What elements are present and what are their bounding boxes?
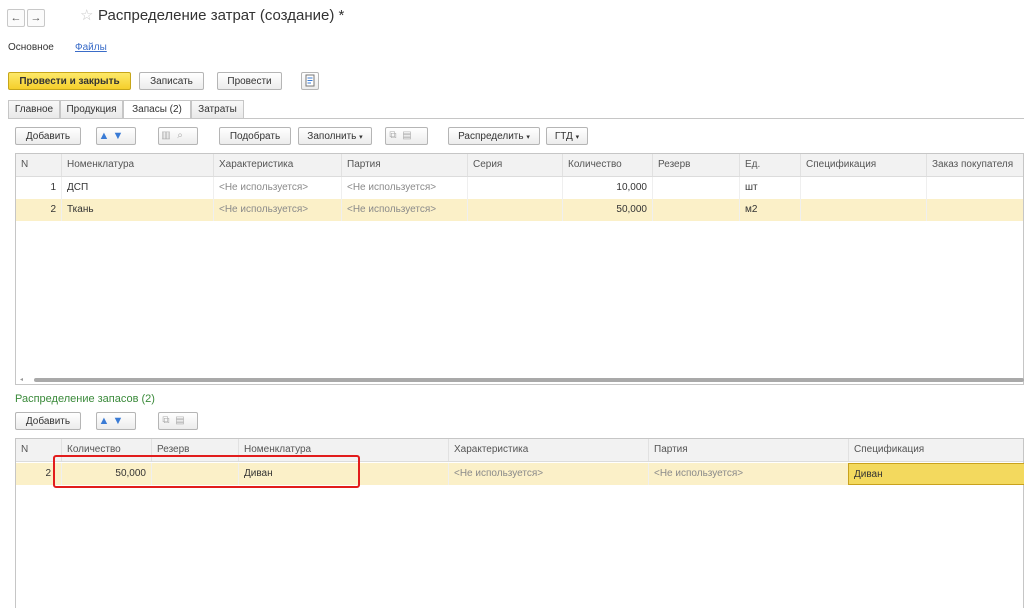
back-button[interactable]: ← [7, 9, 25, 27]
cell-nomenclature[interactable]: Ткань [61, 199, 213, 221]
forward-button[interactable]: → [27, 9, 45, 27]
cell-reserve[interactable] [652, 199, 739, 221]
search-barcode-icon[interactable]: ⌕ [173, 128, 187, 144]
tab-costs[interactable]: Затраты [191, 100, 244, 118]
col-spec[interactable]: Спецификация [848, 439, 1024, 461]
add-stock-button[interactable]: Добавить [15, 127, 81, 145]
section-files-link[interactable]: Файлы [75, 42, 107, 53]
cell-quantity[interactable]: 50,000 [562, 199, 652, 221]
fill-dropdown-button[interactable]: Заполнить ▾ [298, 127, 372, 145]
scroll-left-icon[interactable]: ◂ [20, 377, 26, 383]
report-button[interactable] [301, 72, 319, 90]
col-unit[interactable]: Ед. [739, 154, 800, 176]
col-quantity[interactable]: Количество [562, 154, 652, 176]
delete-icon[interactable]: ▤ [400, 128, 414, 144]
cell-order[interactable] [926, 177, 1024, 199]
post-and-close-button[interactable]: Провести и закрыть [8, 72, 131, 90]
post-button[interactable]: Провести [217, 72, 282, 90]
document-report-icon [305, 74, 315, 87]
cell-series[interactable] [467, 177, 562, 199]
col-series[interactable]: Серия [467, 154, 562, 176]
tab-products[interactable]: Продукция [60, 100, 123, 118]
row-number: 2 [50, 204, 56, 215]
stock-table-header: N Номенклатура Характеристика Партия Сер… [16, 154, 1023, 177]
table-row[interactable]: 1 ДСП <Не используется> <Не используется… [16, 177, 1023, 199]
col-spec[interactable]: Спецификация [800, 154, 926, 176]
arrow-up-icon[interactable]: ▲ [97, 128, 111, 144]
save-button[interactable]: Записать [139, 72, 204, 90]
arrow-right-icon: → [30, 12, 42, 24]
cell-unit[interactable]: шт [739, 177, 800, 199]
stock-table[interactable]: N Номенклатура Характеристика Партия Сер… [15, 153, 1024, 385]
chevron-down-icon: ▾ [359, 134, 363, 141]
barcode-icon[interactable]: ▥ [159, 128, 173, 144]
arrow-left-icon: ← [10, 12, 22, 24]
add-distribution-button[interactable]: Добавить [15, 412, 81, 430]
tab-main[interactable]: Главное [8, 100, 60, 118]
cell-series[interactable] [467, 199, 562, 221]
col-characteristic[interactable]: Характеристика [448, 439, 648, 461]
col-reserve[interactable]: Резерв [652, 154, 739, 176]
cell-spec-editing[interactable]: Диван [848, 463, 1024, 485]
distribute-dropdown-button[interactable]: Распределить ▾ [448, 127, 540, 145]
distribution-move-buttons[interactable]: ▲ ▼ [96, 412, 136, 430]
distribution-copy-delete-buttons[interactable]: ⧉ ▤ [158, 412, 198, 430]
pick-button[interactable]: Подобрать [219, 127, 291, 145]
cell-characteristic[interactable]: <Не используется> [448, 463, 648, 485]
cell-order[interactable] [926, 199, 1024, 221]
cell-spec[interactable] [800, 199, 926, 221]
cell-spec[interactable] [800, 177, 926, 199]
tab-divider [8, 118, 1024, 119]
fill-label: Заполнить [307, 131, 357, 142]
col-characteristic[interactable]: Характеристика [213, 154, 341, 176]
move-buttons[interactable]: ▲ ▼ [96, 127, 136, 145]
copy-icon[interactable]: ⧉ [159, 413, 173, 429]
favorite-star-icon[interactable]: ☆ [80, 8, 93, 24]
page-title: Распределение затрат (создание) * [98, 7, 345, 24]
col-order[interactable]: Заказ покупателя [926, 154, 1024, 176]
barcode-buttons[interactable]: ▥ ⌕ [158, 127, 198, 145]
arrow-down-icon[interactable]: ▼ [111, 128, 125, 144]
chevron-down-icon: ▾ [575, 134, 580, 141]
gtd-dropdown-button[interactable]: ГТД ▾ [546, 127, 588, 145]
horizontal-scrollbar[interactable] [34, 378, 1024, 382]
section-main[interactable]: Основное [8, 42, 54, 53]
cell-batch[interactable]: <Не используется> [341, 177, 467, 199]
cell-characteristic[interactable]: <Не используется> [213, 199, 341, 221]
delete-icon[interactable]: ▤ [173, 413, 187, 429]
distribute-label: Распределить [458, 131, 524, 142]
cell-batch[interactable]: <Не используется> [648, 463, 848, 485]
highlight-annotation-box [53, 455, 360, 488]
cell-reserve[interactable] [652, 177, 739, 199]
arrow-up-icon[interactable]: ▲ [97, 413, 111, 429]
row-number: 1 [50, 182, 56, 193]
arrow-down-icon[interactable]: ▼ [111, 413, 125, 429]
cell-unit[interactable]: м2 [739, 199, 800, 221]
row-number: 2 [45, 468, 51, 479]
col-n[interactable]: N [16, 154, 61, 176]
distribution-label: Распределение запасов (2) [15, 393, 155, 405]
cell-characteristic[interactable]: <Не используется> [213, 177, 341, 199]
cell-quantity[interactable]: 10,000 [562, 177, 652, 199]
col-nomenclature[interactable]: Номенклатура [61, 154, 213, 176]
cell-nomenclature[interactable]: ДСП [61, 177, 213, 199]
copy-delete-buttons[interactable]: ⧉ ▤ [385, 127, 428, 145]
tab-stocks[interactable]: Запасы (2) [123, 100, 191, 119]
table-row-selected[interactable]: 2 Ткань <Не используется> <Не использует… [16, 199, 1023, 221]
chevron-down-icon: ▾ [526, 134, 530, 141]
col-batch[interactable]: Партия [648, 439, 848, 461]
col-batch[interactable]: Партия [341, 154, 467, 176]
cell-batch[interactable]: <Не используется> [341, 199, 467, 221]
copy-icon[interactable]: ⧉ [386, 128, 400, 144]
gtd-label: ГТД [554, 131, 573, 142]
